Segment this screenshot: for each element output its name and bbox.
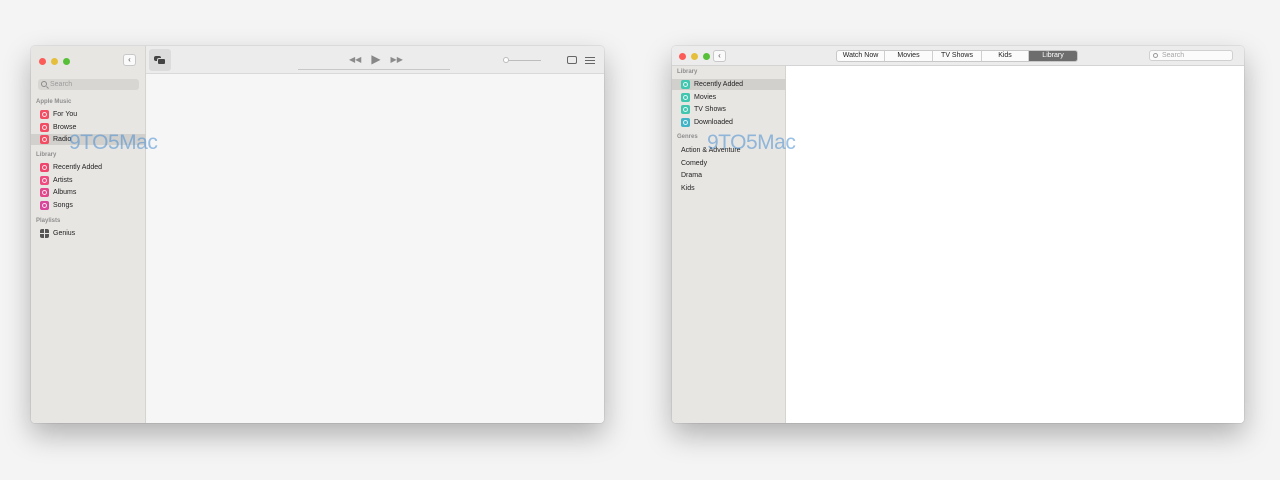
sidebar-item-label: Browse [53, 124, 77, 131]
watermark-logo: 9TO5Mac [707, 131, 796, 154]
sidebar-item-tv-shows[interactable]: TV Shows [672, 104, 786, 115]
section-heading-genres: Genres [677, 134, 698, 140]
music-note-icon [40, 123, 49, 132]
film-icon [681, 93, 690, 102]
lyrics-icon[interactable] [567, 56, 577, 64]
search-icon [41, 81, 47, 87]
play-button[interactable]: ▶ [371, 52, 380, 66]
sidebar-item-kids[interactable]: Kids [672, 183, 786, 194]
clock-icon [40, 163, 49, 172]
volume-slider[interactable] [505, 60, 541, 61]
minimize-button[interactable] [51, 58, 58, 65]
sidebar-item-comedy[interactable]: Comedy [672, 158, 786, 169]
volume-knob[interactable] [503, 57, 509, 63]
tab-watch-now[interactable]: Watch Now [837, 51, 885, 61]
sidebar-item-label: Movies [694, 94, 717, 101]
search-placeholder: Search [1162, 52, 1185, 59]
back-button[interactable]: ‹ [123, 54, 136, 66]
watermark-logo: 9TO5Mac [69, 131, 158, 154]
section-heading-playlists: Playlists [36, 218, 61, 224]
section-heading-library: Library [36, 152, 57, 158]
album-icon [40, 188, 49, 197]
back-button[interactable]: ‹ [713, 50, 726, 62]
sidebar-item-songs[interactable]: Songs [31, 200, 146, 211]
sidebar-item-movies[interactable]: Movies [672, 92, 786, 103]
zoom-button[interactable] [63, 58, 70, 65]
heart-icon [40, 110, 49, 119]
tv-sidebar: Library Recently Added Movies TV Shows D… [672, 66, 786, 423]
sidebar-item-label: Downloaded [694, 119, 733, 126]
sidebar-item-downloaded[interactable]: Downloaded [672, 117, 786, 128]
window-controls [679, 53, 710, 60]
grid-icon [40, 229, 49, 238]
sidebar-item-label: For You [53, 111, 78, 118]
tv-titlebar: ‹ Watch Now Movies TV Shows Kids Library… [672, 46, 1244, 66]
sidebar-item-label: Recently Added [53, 164, 103, 171]
up-next-list-icon[interactable] [585, 56, 595, 64]
minimize-button[interactable] [691, 53, 698, 60]
sidebar-item-label: TV Shows [694, 106, 726, 113]
music-window: ‹ Search Apple Music For You Browse Radi… [31, 46, 604, 423]
rewind-button[interactable]: ◀◀ [349, 55, 361, 64]
sidebar-item-label: Recently Added [694, 81, 744, 88]
close-button[interactable] [679, 53, 686, 60]
tab-tv-shows[interactable]: TV Shows [933, 51, 982, 61]
microphone-icon [40, 176, 49, 185]
fast-forward-button[interactable]: ▶▶ [391, 55, 403, 64]
sidebar-item-drama[interactable]: Drama [672, 170, 786, 181]
progress-bar[interactable] [298, 69, 450, 70]
close-button[interactable] [39, 58, 46, 65]
radio-icon [40, 135, 49, 144]
music-note-icon [40, 201, 49, 210]
sidebar-item-albums[interactable]: Albums [31, 187, 146, 198]
zoom-button[interactable] [703, 53, 710, 60]
sidebar-item-recently-added[interactable]: Recently Added [672, 79, 786, 90]
tv-icon [681, 105, 690, 114]
sidebar-item-label: Albums [53, 189, 77, 196]
miniplayer-button[interactable] [149, 49, 171, 71]
section-heading-apple-music: Apple Music [36, 99, 72, 105]
clock-icon [681, 80, 690, 89]
search-input[interactable]: Search [1149, 50, 1233, 61]
sidebar-item-label: Artists [53, 177, 73, 184]
sidebar-item-recently-added[interactable]: Recently Added [31, 162, 146, 173]
search-input[interactable]: Search [38, 79, 139, 90]
sidebar-item-label: Genius [53, 230, 76, 237]
tv-window: ‹ Watch Now Movies TV Shows Kids Library… [672, 46, 1244, 423]
tab-kids[interactable]: Kids [982, 51, 1029, 61]
sidebar-item-genius[interactable]: Genius [31, 228, 146, 239]
tv-content-area [787, 66, 1244, 423]
sidebar-item-label: Songs [53, 202, 73, 209]
tab-library[interactable]: Library [1029, 51, 1077, 61]
sidebar-item-for-you[interactable]: For You [31, 109, 146, 120]
section-heading-library: Library [677, 69, 698, 75]
sidebar-item-artists[interactable]: Artists [31, 175, 146, 186]
music-toolbar: ◀◀ ▶ ▶▶ [146, 46, 604, 74]
tab-movies[interactable]: Movies [885, 51, 933, 61]
playback-controls: ◀◀ ▶ ▶▶ [349, 52, 403, 66]
search-icon [1153, 53, 1158, 58]
music-content-area [147, 74, 604, 423]
music-sidebar: ‹ Search Apple Music For You Browse Radi… [31, 46, 146, 423]
download-icon [681, 118, 690, 127]
tv-tab-bar: Watch Now Movies TV Shows Kids Library [836, 50, 1078, 62]
window-controls [39, 58, 70, 65]
search-placeholder: Search [50, 81, 73, 88]
